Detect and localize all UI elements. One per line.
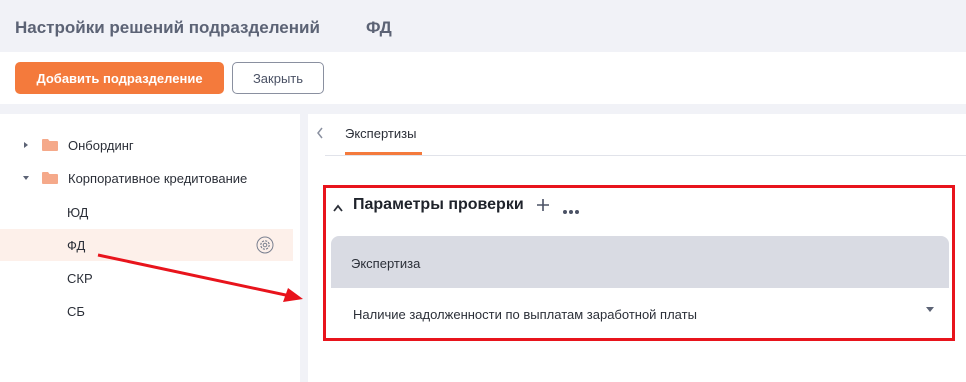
tree-item-label: СКР (67, 270, 93, 286)
tree-item-onboarding[interactable]: Онбординг (0, 129, 293, 161)
toolbar: Добавить подразделение Закрыть (0, 52, 966, 104)
tree-item-label: Корпоративное кредитование (68, 170, 248, 186)
tree-item-sb[interactable]: СБ (0, 295, 293, 327)
folder-icon (42, 172, 58, 184)
caret-down-icon[interactable] (22, 174, 30, 182)
department-tree: Онбординг Корпоративное кредитование ЮД … (0, 114, 300, 382)
tree-item-fd[interactable]: ФД (0, 229, 293, 261)
gear-icon[interactable] (256, 236, 274, 254)
folder-icon (42, 139, 58, 151)
tab-expertises[interactable]: Экспертизы (345, 126, 416, 141)
page-title: Настройки решений подразделений (15, 18, 320, 37)
page-header: Настройки решений подразделений ФД (0, 0, 966, 52)
caret-right-icon[interactable] (22, 141, 30, 149)
tree-item-label: ЮД (67, 204, 89, 220)
tree-item-yud[interactable]: ЮД (0, 196, 293, 228)
tree-item-label: СБ (67, 303, 85, 319)
chevron-left-icon[interactable] (315, 126, 325, 140)
close-button[interactable]: Закрыть (232, 62, 324, 94)
annotation-highlight-box (323, 185, 955, 341)
tree-item-label: Онбординг (68, 137, 134, 153)
add-department-button[interactable]: Добавить подразделение (15, 62, 224, 94)
tabs-divider (325, 155, 966, 156)
tree-item-corporate-lending[interactable]: Корпоративное кредитование (0, 162, 293, 194)
tree-item-label: ФД (67, 237, 86, 253)
tree-item-skr[interactable]: СКР (0, 262, 293, 294)
page-subtitle: ФД (366, 18, 392, 37)
